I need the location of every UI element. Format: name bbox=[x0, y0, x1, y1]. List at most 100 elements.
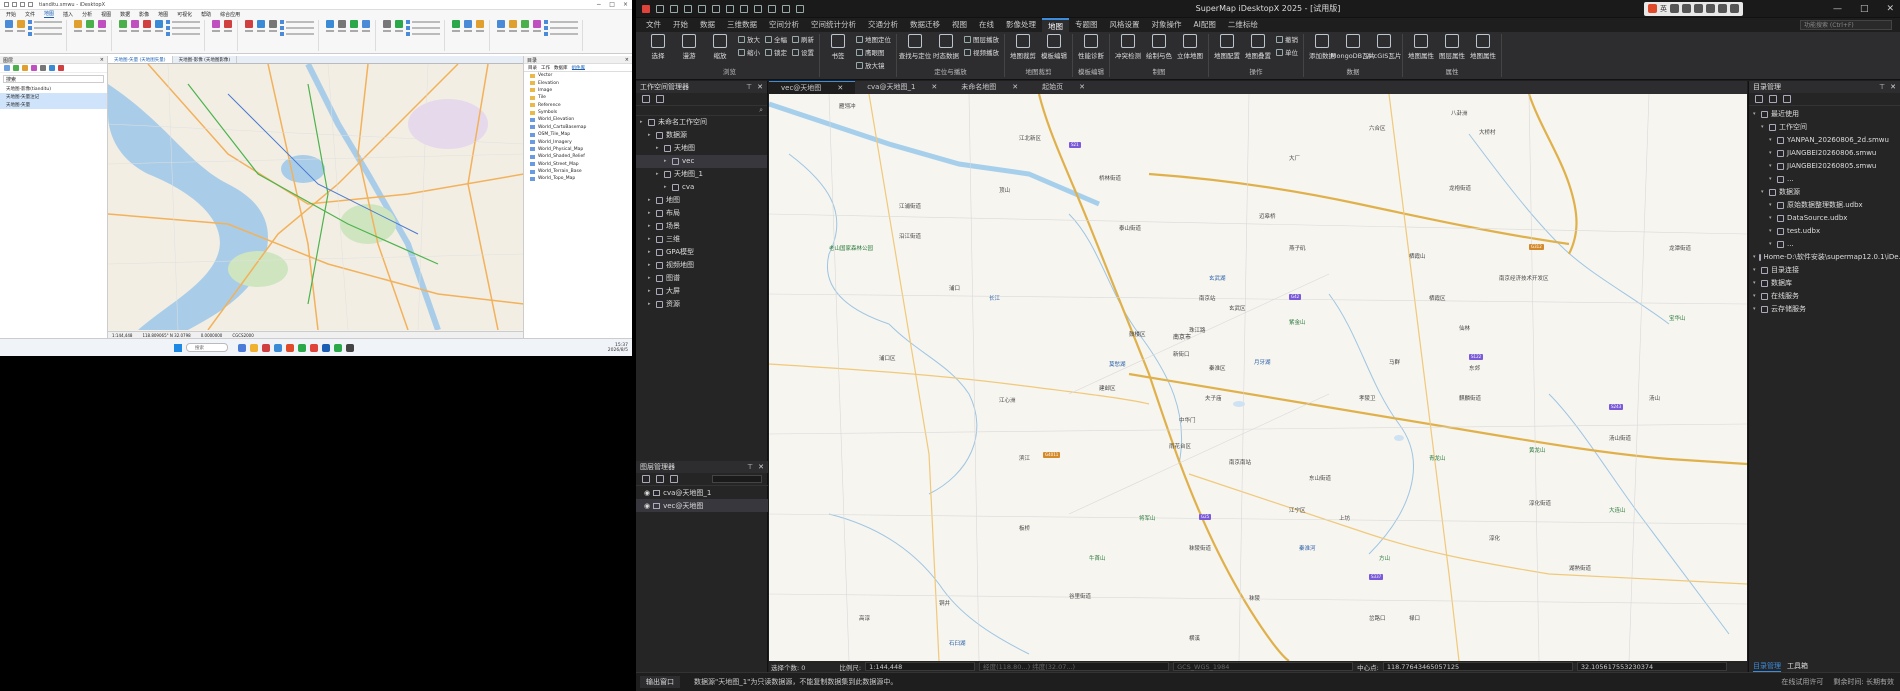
expand-arrow-icon[interactable]: ▸ bbox=[648, 129, 653, 142]
catalog-item[interactable]: Tile bbox=[524, 94, 632, 101]
ribbon-button[interactable] bbox=[361, 20, 371, 34]
catalog-item[interactable]: World_Physical_Map bbox=[524, 146, 632, 153]
expand-arrow-icon[interactable]: ▾ bbox=[1753, 290, 1758, 303]
menu-item[interactable]: 可视化 bbox=[177, 11, 192, 18]
ribbon-button[interactable] bbox=[325, 20, 335, 34]
catalog-tab[interactable]: 数据库 bbox=[554, 65, 568, 71]
grid-icon[interactable] bbox=[1705, 3, 1715, 13]
catalog-tree-item[interactable]: ▾ 在线服务 bbox=[1749, 290, 1900, 303]
catalog-tree-item[interactable]: ▾ YANPAN_20260806_2d.smwu bbox=[1749, 134, 1900, 147]
list-item[interactable] bbox=[28, 32, 62, 36]
ribbon-button[interactable]: 选择 bbox=[645, 34, 671, 60]
layer-tree-item[interactable]: 天地图-矢量注记 bbox=[0, 93, 107, 101]
minimize-icon[interactable]: — bbox=[1833, 4, 1842, 14]
expand-arrow-icon[interactable]: ▸ bbox=[656, 168, 661, 181]
workspace-tree-item[interactable]: ▸ 图谱 bbox=[636, 272, 767, 285]
expand-arrow-icon[interactable]: ▸ bbox=[648, 259, 653, 272]
catalog-tab[interactable]: 工作 bbox=[541, 65, 550, 71]
close-icon[interactable]: × bbox=[623, 1, 628, 8]
ribbon-button[interactable] bbox=[268, 20, 278, 34]
map-canvas[interactable]: 雁翎冲 八卦洲 大桥村 桥林街道 龙袍街道 江浦街道 顶山 泰山街道 迈皋桥 沿江街道 燕子矶 栖霞山… bbox=[769, 94, 1747, 661]
catalog-item[interactable]: Reference bbox=[524, 102, 632, 109]
ribbon-button[interactable]: 书签 bbox=[825, 34, 851, 60]
ribbon-button[interactable]: 查找与定位 bbox=[899, 34, 931, 60]
ribbon-button[interactable] bbox=[4, 20, 14, 34]
catalog-tree-item[interactable]: ▾ 原始数据整理数据.udbx bbox=[1749, 199, 1900, 212]
workspace-tree-item[interactable]: ▸ 三维 bbox=[636, 233, 767, 246]
menu-item[interactable]: 插入 bbox=[63, 11, 73, 18]
menu-tab[interactable]: 空间分析 bbox=[763, 18, 805, 32]
folder-icon[interactable] bbox=[250, 343, 258, 352]
ime-language[interactable]: 英 bbox=[1660, 4, 1667, 14]
menu-tab[interactable]: 交通分析 bbox=[862, 18, 904, 32]
print-icon[interactable] bbox=[698, 4, 706, 13]
refresh-icon[interactable] bbox=[782, 4, 790, 13]
menu-item[interactable]: 综合应用 bbox=[220, 11, 240, 18]
ribbon-button[interactable] bbox=[349, 20, 359, 34]
menu-tab[interactable]: AI配图 bbox=[1188, 18, 1222, 32]
expand-arrow-icon[interactable]: ▸ bbox=[656, 142, 661, 155]
ribbon-small-button[interactable]: 刷新 bbox=[792, 34, 814, 44]
menu-tab[interactable]: 影像处理 bbox=[1000, 18, 1042, 32]
list-item[interactable] bbox=[280, 32, 314, 36]
open-workspace-icon[interactable] bbox=[642, 95, 650, 103]
expand-arrow-icon[interactable]: ▾ bbox=[1769, 212, 1774, 225]
list-item[interactable] bbox=[544, 26, 578, 30]
menu-tab[interactable]: 风格设置 bbox=[1104, 18, 1146, 32]
browser-icon[interactable] bbox=[274, 343, 282, 352]
add-connection-icon[interactable] bbox=[1755, 95, 1763, 103]
catalog-tree-item[interactable]: ▾ 数据库 bbox=[1749, 277, 1900, 290]
pan-icon[interactable] bbox=[740, 4, 748, 13]
expand-arrow-icon[interactable]: ▸ bbox=[648, 298, 653, 311]
expand-arrow-icon[interactable]: ▾ bbox=[1753, 303, 1758, 316]
map-tab[interactable]: 未命名地图 ✕ bbox=[949, 81, 1030, 94]
expand-arrow-icon[interactable]: ▾ bbox=[1769, 147, 1774, 160]
save-icon[interactable] bbox=[684, 4, 692, 13]
menu-tab[interactable]: 视图 bbox=[946, 18, 973, 32]
ribbon-button[interactable] bbox=[211, 20, 221, 34]
catalog-tree-item[interactable]: ▾ Home-D:\软件安装\supermap12.0.1\iDe... bbox=[1749, 251, 1900, 264]
expand-arrow-icon[interactable]: ▸ bbox=[648, 285, 653, 298]
menu-tab[interactable]: 三维数据 bbox=[721, 18, 763, 32]
workspace-search[interactable]: ⌕ bbox=[636, 106, 767, 116]
list-item[interactable] bbox=[28, 20, 62, 24]
expand-arrow-icon[interactable]: ▾ bbox=[1769, 238, 1774, 251]
workspace-tree-item[interactable]: ▸ 地图 bbox=[636, 194, 767, 207]
menu-tab[interactable]: 在线 bbox=[973, 18, 1000, 32]
menu-item[interactable]: 视图 bbox=[101, 11, 111, 18]
ribbon-button[interactable]: 模板编辑 bbox=[1041, 34, 1067, 60]
mic-icon[interactable] bbox=[1681, 3, 1691, 13]
map-tab[interactable]: 起始页 ✕ bbox=[1030, 81, 1097, 94]
close-icon[interactable]: ✕ bbox=[925, 81, 943, 94]
expand-arrow-icon[interactable]: ▸ bbox=[648, 220, 653, 233]
ribbon-button[interactable]: ArcGIS瓦片 bbox=[1367, 34, 1401, 60]
toolbox-icon[interactable] bbox=[1729, 3, 1739, 13]
dropdown-icon[interactable] bbox=[796, 4, 804, 13]
catalog-tree-item[interactable]: ▾ JIANGBEI20260805.smwu bbox=[1749, 160, 1900, 173]
close-icon[interactable]: ✕ bbox=[1890, 83, 1896, 91]
expand-arrow-icon[interactable]: ▸ bbox=[664, 155, 669, 168]
list-item[interactable] bbox=[166, 20, 200, 24]
ribbon-button[interactable] bbox=[532, 20, 542, 34]
ribbon-button[interactable] bbox=[520, 20, 530, 34]
ribbon-button[interactable] bbox=[73, 20, 83, 34]
expand-arrow-icon[interactable]: ▾ bbox=[1761, 121, 1766, 134]
center-x-input[interactable]: 118.77643465057125 bbox=[1382, 662, 1573, 671]
expand-arrow-icon[interactable]: ▾ bbox=[1761, 186, 1766, 199]
catalog-tree-item[interactable]: ▾ JIANGBEI20260806.smwu bbox=[1749, 147, 1900, 160]
layer-row[interactable]: ◉ vec@天地图 bbox=[636, 499, 768, 512]
list-item[interactable] bbox=[280, 20, 314, 24]
zoom-out-icon[interactable] bbox=[768, 4, 776, 13]
close-icon[interactable]: × bbox=[625, 57, 629, 63]
ribbon-small-button[interactable]: 视频播放 bbox=[964, 47, 999, 57]
expand-arrow-icon[interactable]: ▾ bbox=[1769, 225, 1774, 238]
taskbar-search[interactable]: 搜索 bbox=[186, 343, 228, 352]
ribbon-button[interactable] bbox=[118, 20, 128, 34]
center-y-input[interactable]: 32.105617553230374 bbox=[1576, 662, 1727, 671]
catalog-tab[interactable]: 组件库 bbox=[571, 65, 585, 71]
catalog-tree-item[interactable]: ▾ 工作空间 bbox=[1749, 121, 1900, 134]
minimize-icon[interactable]: − bbox=[596, 1, 601, 8]
ribbon-button[interactable] bbox=[97, 20, 107, 34]
ribbon-button[interactable]: MongoDB瓦片 bbox=[1331, 34, 1375, 60]
ribbon-button[interactable]: 绘制与色 bbox=[1146, 34, 1172, 60]
